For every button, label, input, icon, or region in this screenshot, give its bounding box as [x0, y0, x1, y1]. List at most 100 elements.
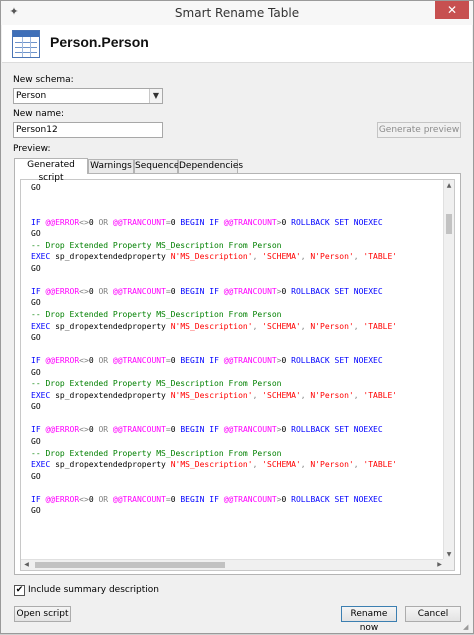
script-token: GO — [31, 263, 41, 273]
script-token: ROLLBACK SET NOEXEC — [291, 494, 383, 504]
script-token: 0 — [88, 286, 99, 296]
script-line: IF @@ERROR<>0 OR @@TRANCOUNT=0 BEGIN IF … — [31, 355, 443, 367]
script-token: @@ERROR — [45, 425, 80, 435]
vertical-scroll-thumb[interactable] — [446, 214, 452, 234]
script-token: 'TABLE' — [363, 460, 398, 470]
script-token: GO — [31, 506, 41, 516]
script-line: GO — [31, 263, 443, 275]
schema-select[interactable]: Person ▼ — [13, 88, 163, 104]
horizontal-scroll-thumb[interactable] — [35, 562, 225, 568]
close-button[interactable]: ✕ — [435, 1, 469, 19]
script-token: -- Drop Extended Property MS_Description… — [31, 448, 282, 458]
script-token: GO — [31, 367, 41, 377]
script-token: OR — [98, 286, 113, 296]
name-input[interactable]: Person12 — [13, 122, 163, 138]
script-line: EXEC sp_dropextendedproperty N'MS_Descri… — [31, 459, 443, 471]
script-line: -- Drop Extended Property MS_Description… — [31, 240, 443, 252]
script-token: GO — [31, 402, 41, 412]
script-token: sp_dropextendedproperty — [55, 390, 171, 400]
script-token: ROLLBACK SET NOEXEC — [291, 217, 383, 227]
name-value: Person12 — [16, 125, 58, 135]
script-token: , — [353, 321, 364, 331]
script-token: 0 — [281, 356, 292, 366]
include-summary-checkbox[interactable]: ✔ — [14, 585, 25, 596]
script-token: <> — [79, 494, 89, 504]
script-token: , — [353, 460, 364, 470]
scroll-up-icon[interactable]: ▲ — [444, 180, 454, 191]
script-token: 'TABLE' — [363, 321, 398, 331]
script-line: GO — [31, 505, 443, 517]
script-token: GO — [31, 437, 41, 447]
script-token: , — [252, 390, 263, 400]
dialog-header: Person.Person — [2, 25, 472, 63]
script-token: OR — [98, 494, 113, 504]
include-summary-label[interactable]: Include summary description — [28, 585, 159, 596]
new-name-label: New name: — [13, 109, 65, 119]
script-token: OR — [98, 217, 113, 227]
script-token: OR — [98, 356, 113, 366]
script-token: 0 — [170, 425, 181, 435]
scroll-left-icon[interactable]: ◀ — [21, 560, 32, 570]
cancel-button[interactable]: Cancel — [405, 606, 461, 622]
open-script-button[interactable]: Open script — [14, 606, 71, 622]
vertical-scrollbar[interactable]: ▲ ▼ — [443, 180, 454, 560]
script-token: @@ERROR — [45, 356, 80, 366]
script-token: IF — [31, 425, 46, 435]
script-line: IF @@ERROR<>0 OR @@TRANCOUNT=0 BEGIN IF … — [31, 494, 443, 506]
resize-grip-icon[interactable]: ◢ — [463, 623, 471, 631]
script-line — [31, 205, 443, 217]
script-token: 0 — [88, 425, 99, 435]
script-token: N'MS_Description' — [170, 460, 253, 470]
tab-dependencies[interactable]: Dependencies — [178, 159, 243, 173]
script-token: 0 — [281, 217, 292, 227]
script-token: 0 — [170, 286, 181, 296]
script-token: ROLLBACK SET NOEXEC — [291, 286, 383, 296]
script-token: 0 — [170, 494, 181, 504]
script-token: @@TRANCOUNT — [223, 286, 277, 296]
script-line: GO — [31, 332, 443, 344]
script-token: BEGIN IF — [180, 356, 224, 366]
script-token: IF — [31, 494, 46, 504]
script-line: -- Drop Extended Property MS_Description… — [31, 378, 443, 390]
script-line — [31, 274, 443, 286]
new-schema-label: New schema: — [13, 75, 74, 85]
script-token: ROLLBACK SET NOEXEC — [291, 425, 383, 435]
script-token: 'SCHEMA' — [262, 252, 301, 262]
script-token: IF — [31, 217, 46, 227]
script-token: 0 — [88, 356, 99, 366]
tab-sequence[interactable]: Sequence — [134, 159, 179, 173]
script-token: , — [252, 252, 263, 262]
rename-now-button[interactable]: Rename now — [341, 606, 397, 633]
script-token: N'MS_Description' — [170, 321, 253, 331]
generated-script-panel: GO IF @@ERROR<>0 OR @@TRANCOUNT=0 BEGIN … — [14, 173, 461, 575]
script-token: , — [252, 460, 263, 470]
window-title: Smart Rename Table — [174, 6, 300, 20]
script-token: GO — [31, 471, 41, 481]
script-token: BEGIN IF — [180, 425, 224, 435]
script-token: , — [353, 390, 364, 400]
chevron-down-icon[interactable]: ▼ — [149, 89, 162, 103]
script-code[interactable]: GO IF @@ERROR<>0 OR @@TRANCOUNT=0 BEGIN … — [31, 182, 443, 560]
script-line: -- Drop Extended Property MS_Description… — [31, 448, 443, 460]
title-bar[interactable]: ✦ Smart Rename Table ✕ — [1, 1, 473, 25]
tab-generated-script[interactable]: Generated script — [14, 158, 88, 183]
scrollbar-corner — [443, 559, 454, 570]
tab-warnings[interactable]: Warnings — [88, 159, 134, 173]
object-name: Person.Person — [50, 34, 149, 50]
script-token: , — [300, 321, 311, 331]
script-token: BEGIN IF — [180, 494, 224, 504]
script-line — [31, 344, 443, 356]
script-token: EXEC — [31, 321, 56, 331]
script-line: EXEC sp_dropextendedproperty N'MS_Descri… — [31, 390, 443, 402]
script-token: 'TABLE' — [363, 252, 398, 262]
script-token: 0 — [281, 494, 292, 504]
script-editor[interactable]: GO IF @@ERROR<>0 OR @@TRANCOUNT=0 BEGIN … — [20, 179, 455, 571]
close-icon: ✕ — [446, 3, 458, 17]
script-line: -- Drop Extended Property MS_Description… — [31, 309, 443, 321]
horizontal-scrollbar[interactable]: ◀ ▶ — [21, 559, 445, 570]
generate-preview-button[interactable]: Generate preview — [377, 122, 461, 138]
script-token: sp_dropextendedproperty — [55, 460, 171, 470]
script-line — [31, 194, 443, 206]
script-token: N'Person' — [310, 390, 354, 400]
smart-rename-dialog: ✦ Smart Rename Table ✕ Person.Person New… — [0, 0, 474, 634]
